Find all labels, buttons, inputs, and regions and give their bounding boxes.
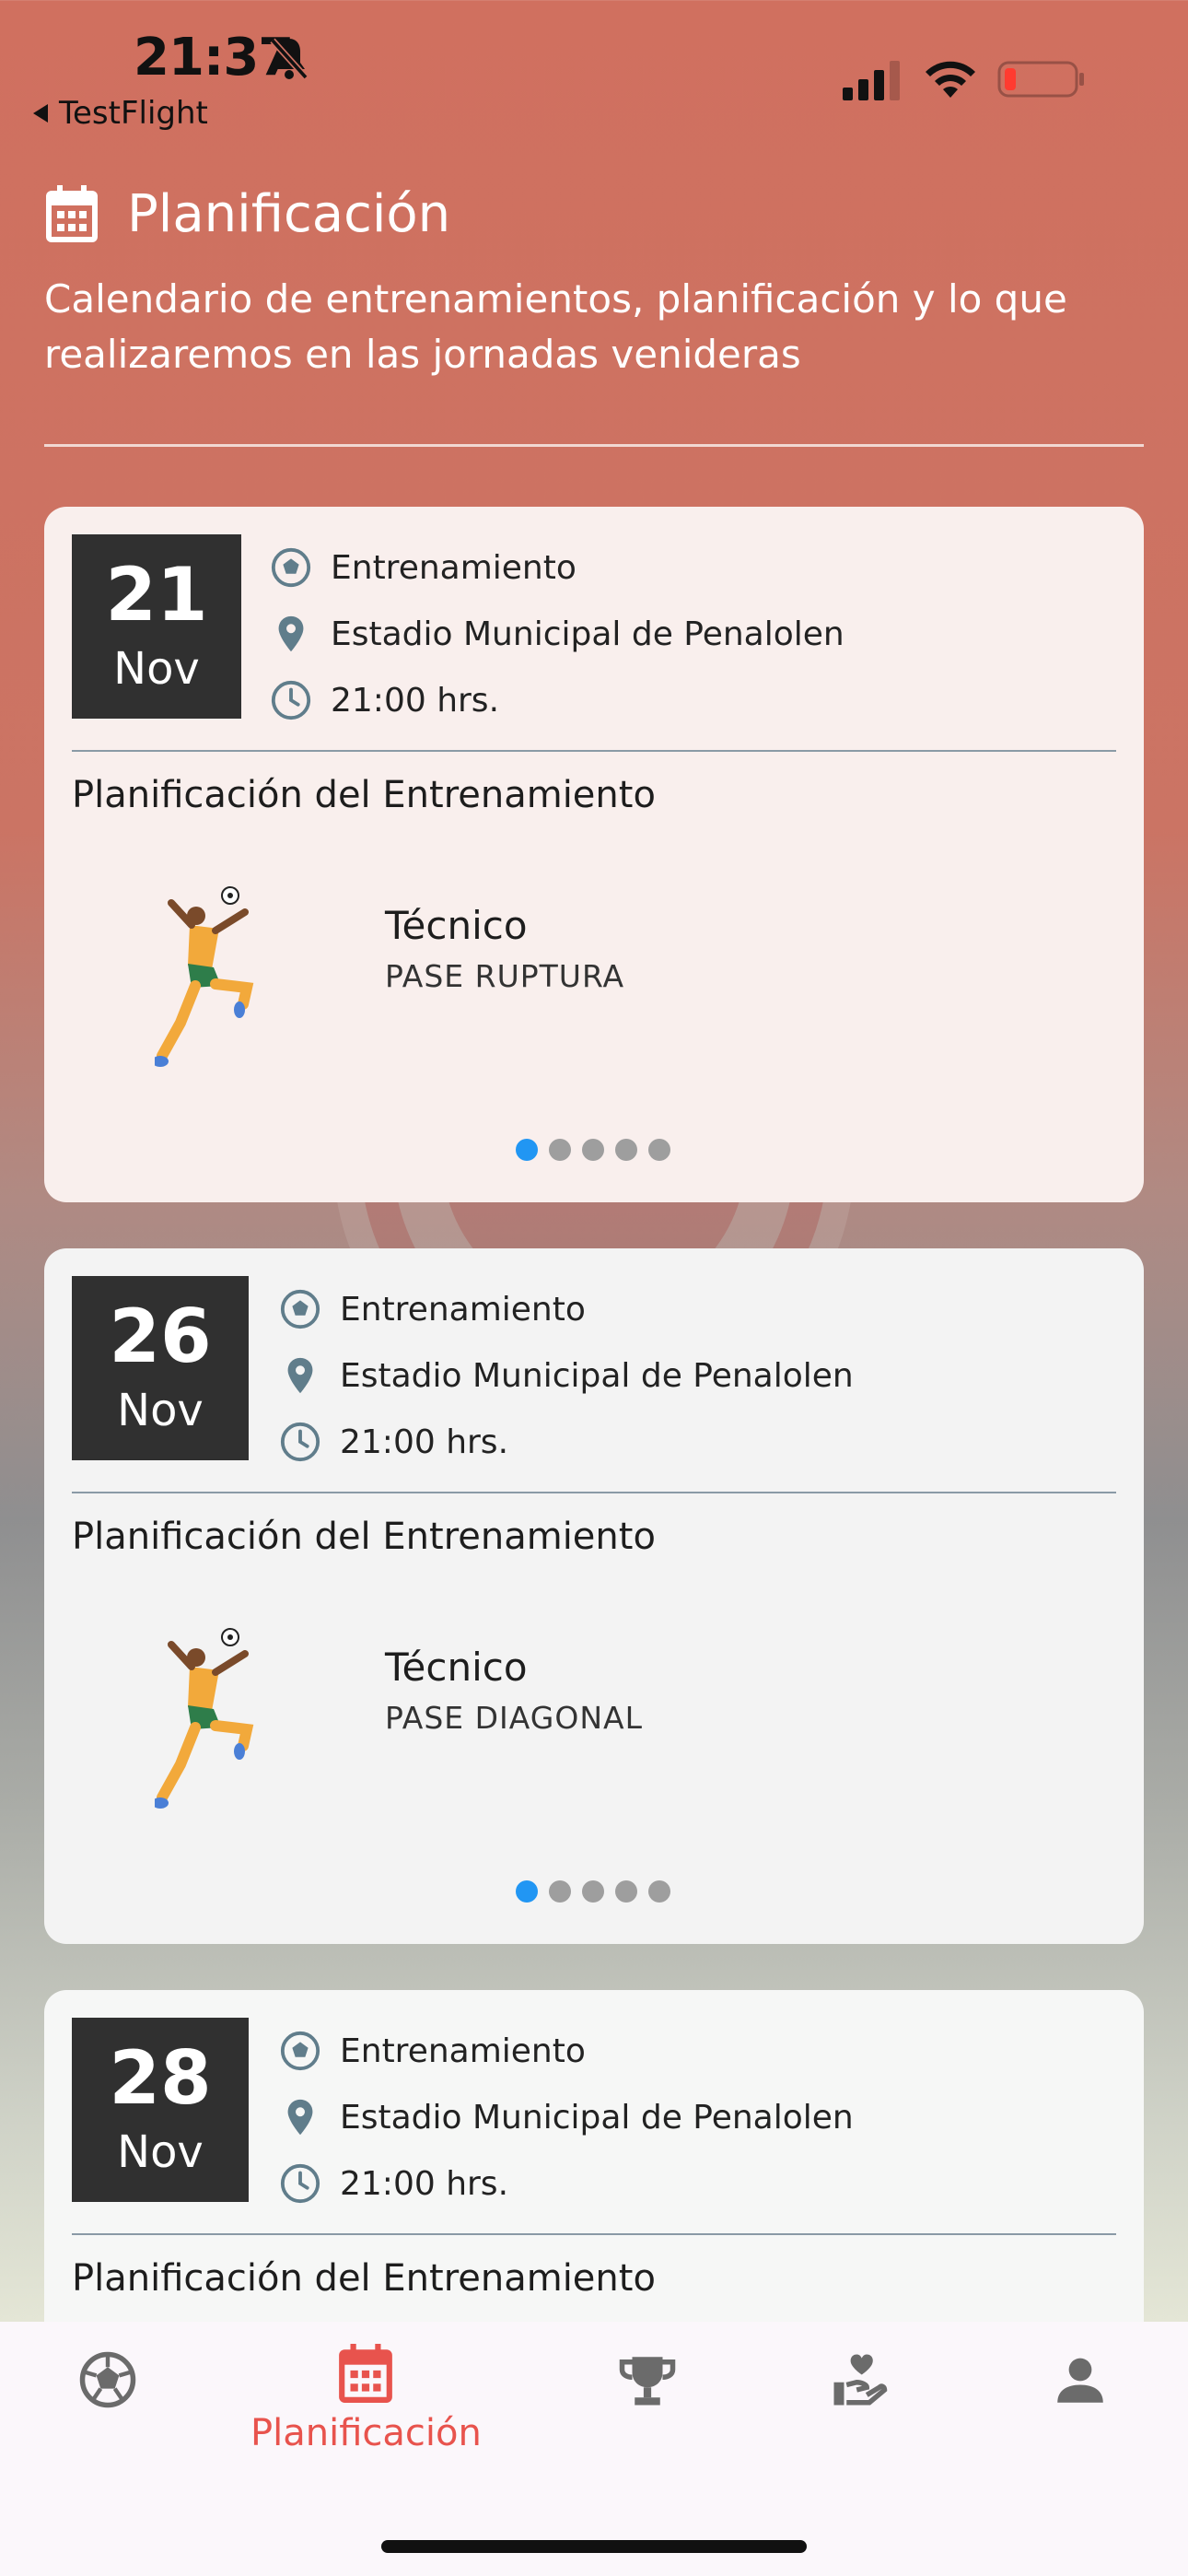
event-time: 21:00 hrs.	[340, 1423, 509, 1461]
trophy-icon	[619, 2357, 676, 2406]
event-location: Estadio Municipal de Penalolen	[331, 615, 844, 653]
nav-item-profile[interactable]	[1050, 2349, 1111, 2414]
date-box: 21 Nov	[72, 534, 241, 719]
carousel-dots[interactable]	[516, 1880, 670, 1903]
event-location-row: Estadio Municipal de Penalolen	[279, 2084, 854, 2150]
soccer-ball-icon	[280, 2031, 320, 2071]
plan-title: Planificación del Entrenamiento	[72, 774, 656, 816]
date-month: Nov	[117, 1385, 204, 1436]
event-time-row: 21:00 hrs.	[270, 667, 844, 733]
date-month: Nov	[113, 643, 200, 695]
event-meta: Entrenamiento Estadio Municipal de Penal…	[279, 2018, 854, 2217]
event-type: Entrenamiento	[331, 548, 577, 587]
clock-icon	[271, 680, 311, 720]
battery-low-icon	[997, 61, 1084, 98]
event-type-row: Entrenamiento	[279, 2018, 854, 2084]
training-card[interactable]: 21 Nov Entrenamiento Estadio Municipal d…	[44, 507, 1144, 1202]
calendar-icon	[339, 2344, 393, 2403]
nav-item-support[interactable]	[829, 2349, 890, 2414]
back-to-testflight[interactable]: TestFlight	[33, 95, 208, 132]
soccer-ball-icon	[271, 547, 311, 588]
soccer-player-illustration	[155, 1628, 254, 1809]
carousel-dot[interactable]	[615, 1139, 637, 1161]
event-time-row: 21:00 hrs.	[279, 1409, 854, 1475]
event-meta: Entrenamiento Estadio Municipal de Penal…	[270, 534, 844, 733]
soccer-ball-icon	[280, 1289, 320, 1329]
status-bar: 21:37 TestFlight	[0, 0, 1188, 138]
page-header: Planificación Calendario de entrenamient…	[44, 184, 1144, 382]
card-divider	[72, 750, 1116, 752]
clock-icon	[280, 1422, 320, 1462]
bell-off-icon	[270, 38, 309, 80]
back-app-label: TestFlight	[59, 95, 208, 132]
carousel-dot[interactable]	[516, 1880, 538, 1903]
drill-category: Técnico	[385, 903, 528, 948]
carousel-dot[interactable]	[582, 1880, 604, 1903]
date-box: 26 Nov	[72, 1276, 249, 1460]
cellular-signal-icon	[843, 61, 900, 100]
event-type: Entrenamiento	[340, 2032, 586, 2070]
date-day: 26	[109, 1294, 212, 1379]
card-divider	[72, 1492, 1116, 1493]
bottom-nav: Planificación	[0, 2322, 1188, 2576]
home-indicator	[381, 2540, 807, 2553]
plan-title: Planificación del Entrenamiento	[72, 2257, 656, 2300]
event-time: 21:00 hrs.	[331, 681, 500, 720]
carousel-dot[interactable]	[516, 1139, 538, 1161]
drill-name: PASE DIAGONAL	[385, 1700, 643, 1736]
event-meta: Entrenamiento Estadio Municipal de Penal…	[279, 1276, 854, 1475]
nav-item-trophies[interactable]	[617, 2349, 678, 2414]
back-arrow-icon	[33, 104, 48, 123]
person-icon	[1057, 2358, 1103, 2403]
date-day: 21	[105, 552, 208, 638]
training-card[interactable]: 26 Nov Entrenamiento Estadio Municipal d…	[44, 1248, 1144, 1944]
location-pin-icon	[287, 1357, 313, 1394]
location-pin-icon	[287, 2099, 313, 2136]
carousel-dot[interactable]	[615, 1880, 637, 1903]
page-title: Planificación	[127, 184, 451, 244]
nav-item-planificacion[interactable]: Planificación	[250, 2344, 482, 2454]
card-divider	[72, 2233, 1116, 2235]
date-day: 28	[109, 2035, 212, 2121]
nav-label-planificacion: Planificación	[250, 2412, 482, 2454]
date-month: Nov	[117, 2126, 204, 2178]
carousel-dot[interactable]	[549, 1139, 571, 1161]
carousel-dots[interactable]	[516, 1139, 670, 1161]
plan-title: Planificación del Entrenamiento	[72, 1516, 656, 1558]
event-time: 21:00 hrs.	[340, 2164, 509, 2203]
clock-icon	[280, 2163, 320, 2204]
location-pin-icon	[278, 615, 304, 652]
carousel-dot[interactable]	[549, 1880, 571, 1903]
event-type: Entrenamiento	[340, 1290, 586, 1329]
calendar-icon	[46, 184, 98, 242]
event-location-row: Estadio Municipal de Penalolen	[270, 601, 844, 667]
drill-category: Técnico	[385, 1645, 528, 1690]
page-subtitle: Calendario de entrenamientos, planificac…	[44, 276, 1067, 377]
drill-name: PASE RUPTURA	[385, 958, 625, 994]
header-divider	[44, 444, 1144, 447]
nav-item-matches[interactable]	[77, 2349, 138, 2414]
hand-heart-icon	[833, 2354, 888, 2406]
soccer-player-illustration	[155, 886, 254, 1067]
date-box: 28 Nov	[72, 2018, 249, 2202]
carousel-dot[interactable]	[582, 1139, 604, 1161]
carousel-dot[interactable]	[648, 1880, 670, 1903]
event-type-row: Entrenamiento	[279, 1276, 854, 1342]
event-location: Estadio Municipal de Penalolen	[340, 2098, 854, 2137]
soccer-ball-icon	[79, 2351, 136, 2408]
wifi-icon	[926, 61, 975, 98]
carousel-dot[interactable]	[648, 1139, 670, 1161]
event-location-row: Estadio Municipal de Penalolen	[279, 1342, 854, 1409]
event-type-row: Entrenamiento	[270, 534, 844, 601]
event-location: Estadio Municipal de Penalolen	[340, 1356, 854, 1395]
event-time-row: 21:00 hrs.	[279, 2150, 854, 2217]
